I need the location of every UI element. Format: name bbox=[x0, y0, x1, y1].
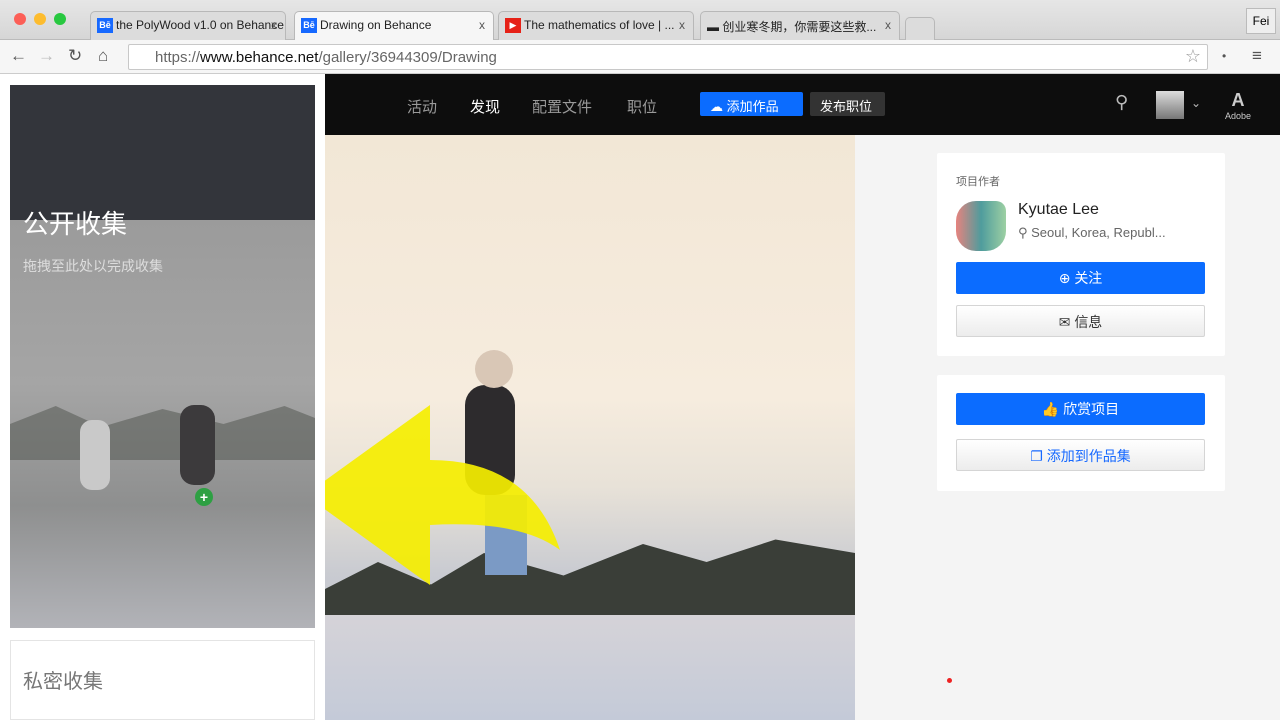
dragged-image-figure bbox=[180, 405, 215, 485]
menu-icon[interactable]: ≡ bbox=[1252, 46, 1262, 66]
follow-label: 关注 bbox=[1074, 270, 1102, 286]
collection-icon: ❐ bbox=[1030, 448, 1046, 464]
search-icon[interactable]: ⚲ bbox=[1115, 92, 1128, 113]
behance-icon: Bē bbox=[97, 18, 113, 33]
url-path: /gallery/36944309/Drawing bbox=[318, 49, 496, 66]
tab-polywood[interactable]: Bēthe PolyWood v1.0 on Behancex bbox=[90, 11, 286, 40]
sea bbox=[325, 615, 855, 720]
forward-icon[interactable]: → bbox=[38, 46, 55, 66]
nav-discover[interactable]: 发现 bbox=[470, 96, 500, 117]
close-tab-icon[interactable]: x bbox=[479, 18, 485, 32]
close-tab-icon[interactable]: x bbox=[679, 18, 685, 32]
tab-label: Drawing on Behance bbox=[320, 18, 431, 32]
tab-bar: Bēthe PolyWood v1.0 on Behancex BēDrawin… bbox=[0, 0, 1280, 40]
appreciate-label: 欣赏项目 bbox=[1063, 401, 1119, 417]
url-scheme: https:// bbox=[155, 49, 200, 66]
sidebar: 项目作者 Kyutae Lee ⚲ Seoul, Korea, Republ..… bbox=[855, 135, 1280, 720]
close-window-button[interactable] bbox=[14, 13, 26, 25]
plus-circle-icon: ⊕ bbox=[1059, 270, 1075, 286]
reload-icon[interactable]: ↻ bbox=[68, 46, 82, 66]
public-collection-dropzone[interactable]: + bbox=[10, 220, 315, 628]
extension-icon[interactable]: • bbox=[1222, 49, 1226, 63]
nav-jobs[interactable]: 职位 bbox=[627, 96, 657, 117]
close-tab-icon[interactable]: x bbox=[271, 18, 277, 32]
public-collection-title: 公开收集 bbox=[23, 204, 127, 241]
tab-label: the PolyWood v1.0 on Behance bbox=[116, 18, 284, 32]
add-plus-icon: + bbox=[195, 488, 213, 506]
browser-toolbar: ← → ↻ ⌂ https://www.behance.net/gallery/… bbox=[0, 40, 1280, 74]
address-bar[interactable]: https://www.behance.net/gallery/36944309… bbox=[128, 44, 1208, 70]
adobe-label: Adobe bbox=[1225, 111, 1251, 121]
bookmark-star-icon[interactable]: ☆ bbox=[1185, 46, 1201, 67]
add-work-label: 添加作品 bbox=[727, 99, 779, 114]
message-label: 信息 bbox=[1074, 314, 1102, 330]
add-work-button[interactable]: ☁ 添加作品 bbox=[700, 92, 803, 116]
behance-nav: 活动 发现 配置文件 职位 ☁ 添加作品 发布职位 ⚲ ⌄ AAdobe bbox=[325, 74, 1280, 135]
cursor-dot bbox=[947, 678, 952, 683]
behance-icon: Bē bbox=[301, 18, 317, 33]
trees bbox=[10, 400, 315, 460]
minimize-window-button[interactable] bbox=[34, 13, 46, 25]
profile-button[interactable]: Fei bbox=[1246, 8, 1276, 34]
author-label: 项目作者 bbox=[956, 173, 1000, 189]
new-tab-button[interactable] bbox=[905, 17, 935, 40]
home-icon[interactable]: ⌂ bbox=[98, 46, 108, 66]
dragged-image-figure bbox=[80, 420, 110, 490]
location-pin-icon: ⚲ bbox=[1018, 225, 1031, 240]
private-collection[interactable]: 私密收集 bbox=[10, 640, 315, 720]
avatar[interactable] bbox=[1156, 91, 1184, 119]
public-collection-hint: 拖拽至此处以完成收集 bbox=[23, 256, 163, 276]
youtube-icon: ▶ bbox=[505, 18, 521, 33]
adobe-logo[interactable]: AAdobe bbox=[1225, 90, 1251, 121]
actions-card: 👍 欣赏项目 ❐ 添加到作品集 bbox=[937, 375, 1225, 491]
nav-profile[interactable]: 配置文件 bbox=[532, 96, 592, 117]
back-icon[interactable]: ← bbox=[10, 46, 27, 66]
cloud-upload-icon: ☁ bbox=[710, 99, 727, 114]
chevron-down-icon[interactable]: ⌄ bbox=[1191, 96, 1201, 110]
tab-startup-winter[interactable]: ▬ 创业寒冬期，你需要这些救... x bbox=[700, 11, 900, 40]
maximize-window-button[interactable] bbox=[54, 13, 66, 25]
add-to-collection-button[interactable]: ❐ 添加到作品集 bbox=[956, 439, 1205, 471]
author-avatar[interactable] bbox=[956, 201, 1006, 251]
message-button[interactable]: ✉ 信息 bbox=[956, 305, 1205, 337]
url-host: www.behance.net bbox=[200, 49, 318, 66]
close-tab-icon[interactable]: x bbox=[885, 18, 891, 32]
tab-label: ▬ 创业寒冬期，你需要这些救... bbox=[707, 20, 876, 34]
public-collection-header bbox=[10, 85, 315, 220]
person-head bbox=[475, 350, 513, 388]
author-location: Seoul, Korea, Republ... bbox=[1031, 225, 1165, 240]
nav-activity[interactable]: 活动 bbox=[407, 96, 437, 117]
add-collection-label: 添加到作品集 bbox=[1047, 448, 1131, 464]
tab-label: The mathematics of love | ... bbox=[524, 18, 675, 32]
follow-button[interactable]: ⊕ 关注 bbox=[956, 262, 1205, 294]
appreciate-button[interactable]: 👍 欣赏项目 bbox=[956, 393, 1205, 425]
envelope-icon: ✉ bbox=[1059, 314, 1075, 330]
post-job-button[interactable]: 发布职位 bbox=[810, 92, 885, 116]
drag-arrow-icon bbox=[300, 400, 570, 590]
author-name[interactable]: Kyutae Lee bbox=[1018, 201, 1099, 219]
tab-mathematics-of-love[interactable]: ▶The mathematics of love | ... x bbox=[498, 11, 694, 40]
tab-drawing[interactable]: BēDrawing on Behance x bbox=[294, 11, 494, 40]
collection-panel: + 公开收集 拖拽至此处以完成收集 私密收集 bbox=[0, 74, 325, 720]
thumbs-up-icon: 👍 bbox=[1042, 401, 1063, 417]
author-card: 项目作者 Kyutae Lee ⚲ Seoul, Korea, Republ..… bbox=[937, 153, 1225, 356]
